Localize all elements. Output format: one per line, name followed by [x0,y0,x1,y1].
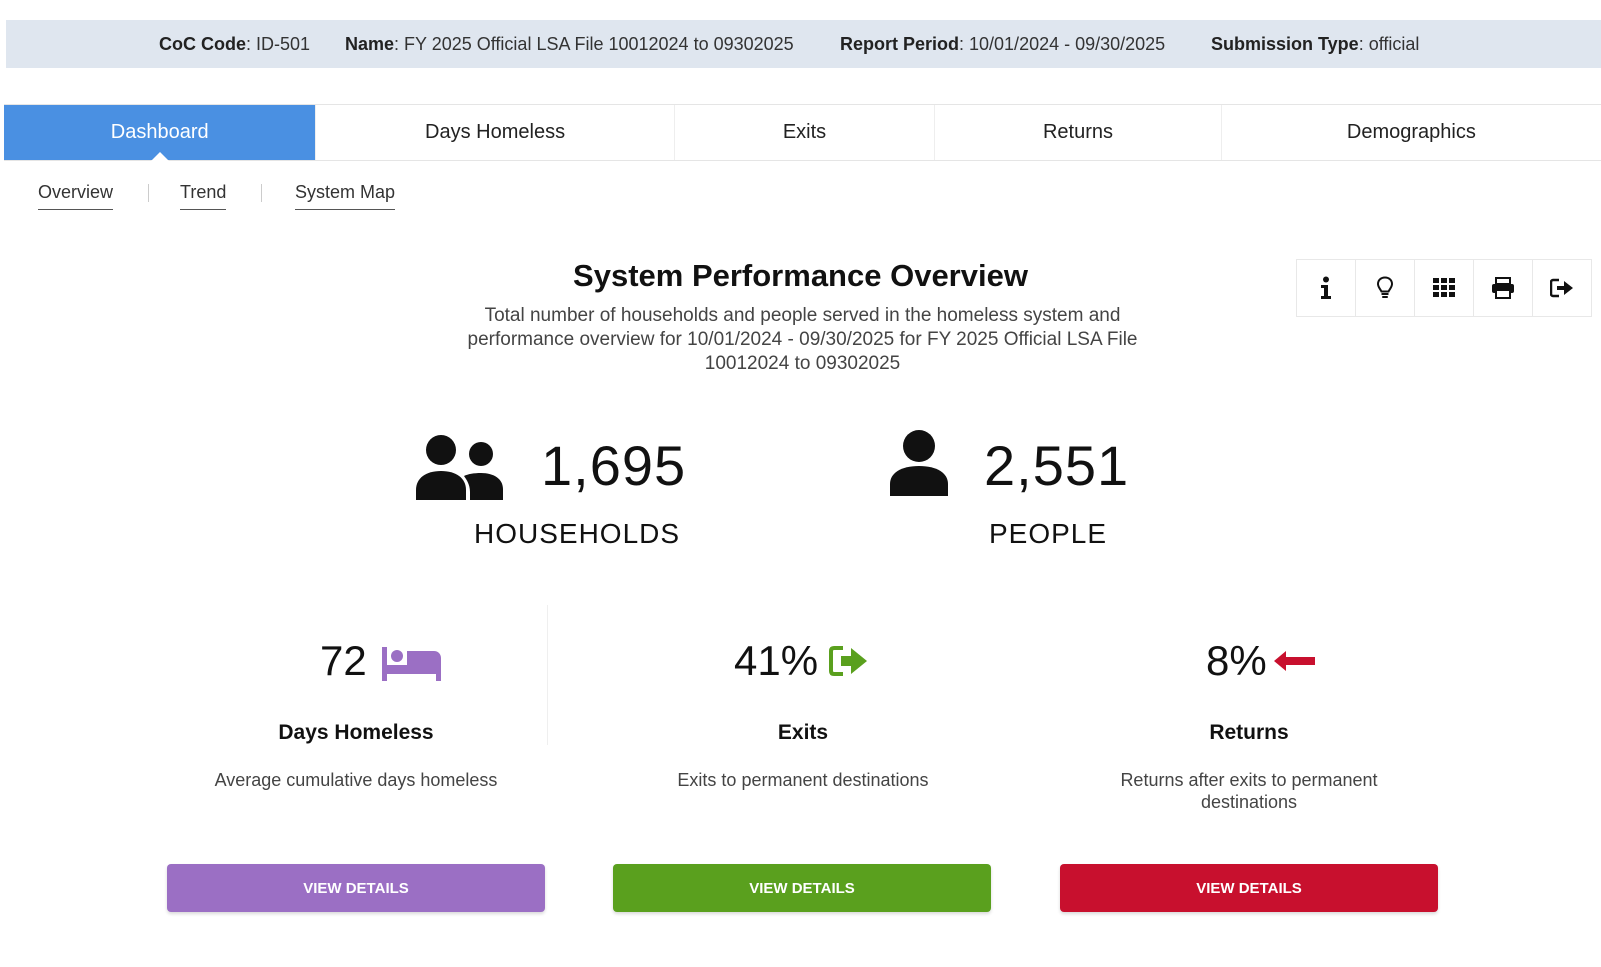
report-period: Report Period: 10/01/2024 - 09/30/2025 [840,34,1165,55]
card-divider [547,605,548,745]
tab-days-homeless[interactable]: Days Homeless [316,105,675,160]
table-view-button[interactable] [1415,260,1474,316]
tab-demographics[interactable]: Demographics [1222,105,1601,160]
tab-exits[interactable]: Exits [675,105,936,160]
report-name-label: Name [345,33,395,54]
bed-icon [382,647,441,681]
subnav-overview[interactable]: Overview [38,182,114,210]
tab-dashboard[interactable]: Dashboard [4,105,317,161]
days-homeless-value: 72 [320,637,367,684]
returns-desc: Returns after exits to permanent destina… [1120,770,1378,812]
report-info-bar: CoC Code: ID-501 Name: FY 2025 Official … [6,20,1601,68]
coc-code: CoC Code: ID-501 [159,34,310,55]
submission-type-label: Submission Type [1211,33,1359,54]
export-icon [1550,278,1573,298]
days-homeless-title: Days Homeless [278,721,434,744]
export-button[interactable] [1533,260,1591,316]
lightbulb-icon [1376,276,1394,298]
exits-view-details-button[interactable]: VIEW DETAILS [613,864,991,912]
days-homeless-desc: Average cumulative days homeless [214,770,498,790]
report-period-label: Report Period [840,33,960,54]
arrow-left-icon [1274,651,1315,671]
exits-value: 41% [734,637,819,684]
chart-toolbar [1296,259,1592,317]
tips-button[interactable] [1356,260,1415,316]
coc-code-value: : ID-501 [246,33,311,54]
info-icon [1321,276,1331,299]
subnav-separator [261,184,262,202]
coc-code-label: CoC Code [159,33,246,54]
submission-type: Submission Type: official [1211,34,1419,55]
returns-view-details-button[interactable]: VIEW DETAILS [1060,864,1438,912]
returns-value: 8% [1206,637,1267,684]
days-homeless-view-details-button[interactable]: VIEW DETAILS [167,864,545,912]
print-icon [1492,277,1514,299]
main-tabs: Dashboard Days Homeless Exits Returns De… [4,104,1601,161]
info-button[interactable] [1297,260,1356,316]
households-label: HOUSEHOLDS [474,518,681,549]
user-icon [890,430,948,496]
page-subtitle: Total number of households and people se… [467,305,1138,374]
people-label: PEOPLE [989,518,1108,549]
sign-out-icon [829,646,867,676]
tab-returns[interactable]: Returns [935,105,1222,160]
people-count: 2,551 [984,434,1130,497]
exits-desc: Exits to permanent destinations [677,770,929,790]
returns-title: Returns [1209,721,1289,744]
report-name-value: : FY 2025 Official LSA File 10012024 to … [394,33,794,54]
subnav-separator [148,184,149,202]
print-button[interactable] [1474,260,1533,316]
users-icon [416,435,503,500]
households-count: 1,695 [541,434,687,497]
subnav-trend[interactable]: Trend [180,182,227,210]
grid-icon [1433,278,1455,297]
subnav-system-map[interactable]: System Map [295,182,396,210]
report-period-value: : 10/01/2024 - 09/30/2025 [959,33,1166,54]
submission-type-value: : official [1358,33,1420,54]
exits-title: Exits [777,721,829,744]
report-name: Name: FY 2025 Official LSA File 10012024… [345,34,794,55]
